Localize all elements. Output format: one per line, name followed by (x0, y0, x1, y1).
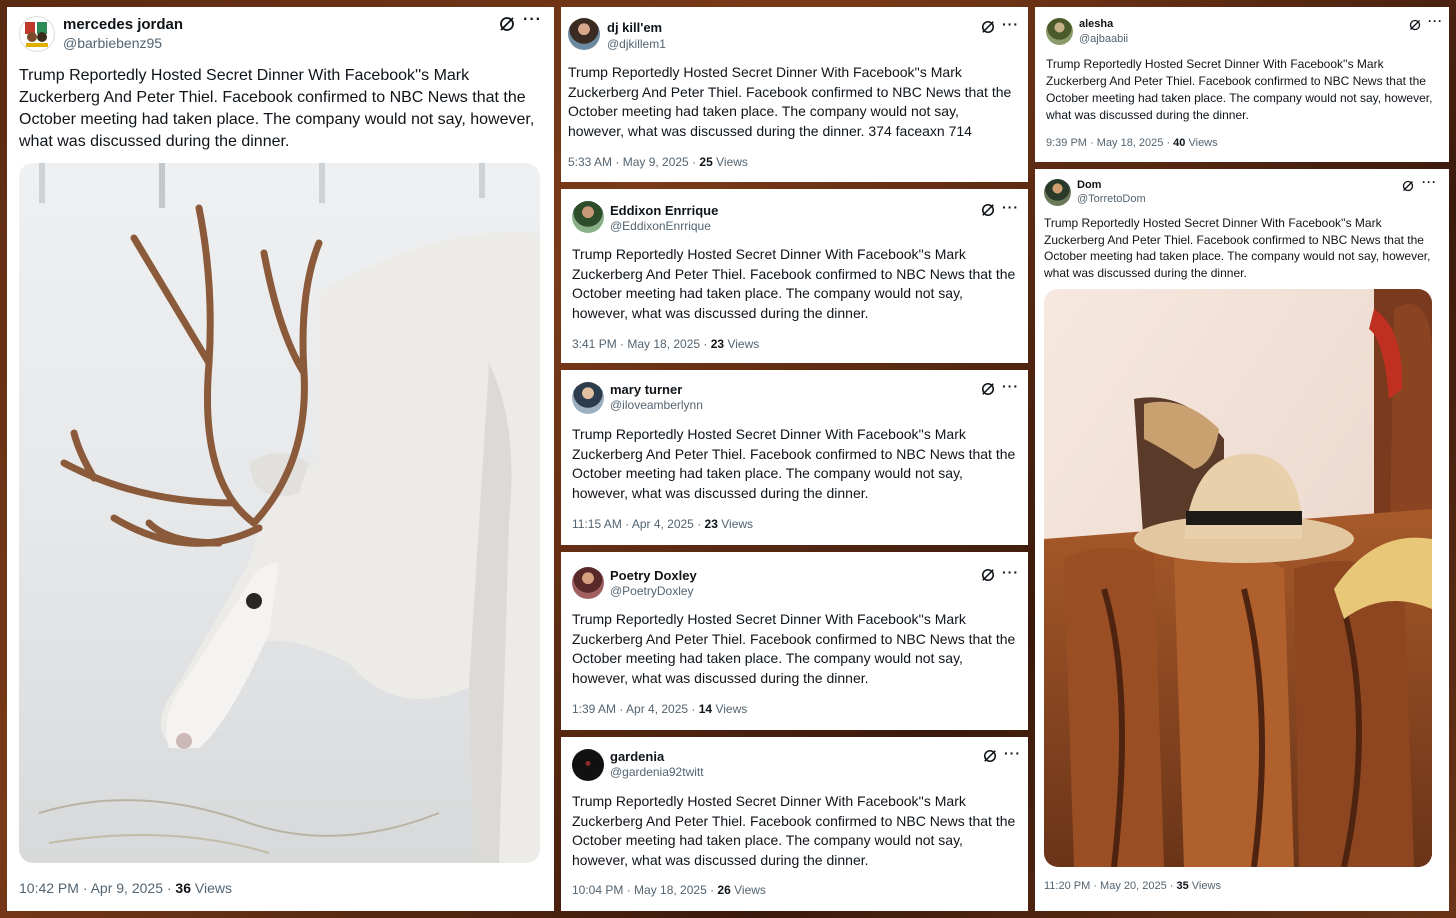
grok-icon[interactable] (981, 20, 995, 39)
tweet-card[interactable]: Dom @TorretoDom ··· Trump Reportedly Hos… (1035, 169, 1449, 911)
more-options-icon[interactable]: ··· (1004, 745, 1021, 761)
tweet-card[interactable]: mary turner @iloveamberlynn ··· Trump Re… (561, 370, 1028, 545)
timestamp[interactable]: 10:04 PM · May 18, 2025 · (572, 883, 717, 897)
tweet-meta: 1:39 AM · Apr 4, 2025 · 14 Views (572, 702, 747, 716)
grok-icon[interactable] (1402, 179, 1414, 197)
more-options-icon[interactable]: ··· (1002, 199, 1019, 215)
views-count: 36 (175, 880, 191, 896)
grok-icon[interactable] (983, 749, 997, 768)
more-options-icon[interactable]: ··· (1002, 378, 1019, 394)
views-count: 26 (717, 883, 731, 897)
more-options-icon[interactable]: ··· (1002, 16, 1019, 32)
tweet-text: Trump Reportedly Hosted Secret Dinner Wi… (572, 246, 1016, 321)
avatar[interactable] (572, 749, 604, 781)
tweet-card[interactable]: Poetry Doxley @PoetryDoxley ··· Trump Re… (561, 552, 1028, 730)
timestamp[interactable]: 9:39 PM · May 18, 2025 · (1046, 137, 1173, 149)
more-options-icon[interactable]: ··· (1002, 564, 1019, 580)
tweet-meta: 5:33 AM · May 9, 2025 · 25 Views (568, 155, 748, 169)
display-name[interactable]: Eddixon Enrrique (610, 203, 718, 218)
views-count: 23 (710, 337, 725, 351)
grok-icon[interactable] (981, 382, 995, 401)
timestamp[interactable]: 10:42 PM · Apr 9, 2025 · (19, 880, 175, 896)
grok-icon[interactable] (499, 16, 515, 37)
user-handle[interactable]: @PoetryDoxley (610, 584, 694, 598)
tweet-card[interactable]: mercedes jordan @barbiebenz95 ··· Trump … (7, 7, 554, 911)
more-options-icon[interactable]: ··· (1428, 14, 1443, 28)
avatar[interactable] (572, 201, 604, 233)
display-name[interactable]: Dom (1077, 179, 1101, 191)
tweet-meta: 11:15 AM · Apr 4, 2025 · 23 Views (572, 517, 753, 531)
tweet-text: Trump Reportedly Hosted Secret Dinner Wi… (19, 67, 535, 150)
display-name[interactable]: dj kill'em (607, 20, 662, 35)
avatar[interactable] (1046, 18, 1073, 45)
display-name[interactable]: Poetry Doxley (610, 568, 697, 583)
views-count: 14 (698, 702, 713, 716)
avatar[interactable] (1044, 179, 1071, 206)
tweet-card[interactable]: Eddixon Enrrique @EddixonEnrrique ··· Tr… (561, 189, 1028, 363)
timestamp[interactable]: 1:39 AM · Apr 4, 2025 · (572, 702, 699, 716)
tweet-meta: 9:39 PM · May 18, 2025 · 40 Views (1046, 137, 1218, 149)
grok-icon[interactable] (1409, 18, 1421, 36)
tweet-card[interactable]: gardenia @gardenia92twitt ··· Trump Repo… (561, 737, 1028, 911)
tweet-text: Trump Reportedly Hosted Secret Dinner Wi… (572, 426, 1016, 501)
views-label: Views (734, 883, 766, 897)
user-handle[interactable]: @barbiebenz95 (63, 35, 162, 51)
tweet-meta: 10:42 PM · Apr 9, 2025 · 36 Views (19, 880, 232, 896)
user-handle[interactable]: @ajbaabii (1079, 33, 1128, 45)
views-label: Views (715, 702, 748, 716)
grok-icon[interactable] (981, 203, 995, 222)
tweet-text: Trump Reportedly Hosted Secret Dinner Wi… (1046, 57, 1433, 122)
views-count: 23 (704, 517, 718, 531)
views-label: Views (1188, 137, 1218, 149)
tweet-text: Trump Reportedly Hosted Secret Dinner Wi… (1044, 216, 1431, 280)
avatar[interactable] (572, 567, 604, 599)
views-label: Views (1191, 880, 1221, 892)
user-handle[interactable]: @djkillem1 (607, 37, 666, 51)
tweet-card[interactable]: dj kill'em @djkillem1 ··· Trump Reported… (561, 7, 1028, 182)
more-options-icon[interactable]: ··· (1422, 175, 1437, 189)
tweet-meta: 10:04 PM · May 18, 2025 · 26 Views (572, 883, 766, 897)
views-count: 35 (1176, 880, 1189, 892)
user-handle[interactable]: @EddixonEnrrique (610, 219, 711, 233)
avatar[interactable] (19, 16, 55, 52)
tweet-text: Trump Reportedly Hosted Secret Dinner Wi… (572, 793, 1016, 868)
timestamp[interactable]: 3:41 PM · May 18, 2025 · (572, 337, 711, 351)
user-handle[interactable]: @iloveamberlynn (610, 398, 703, 412)
display-name[interactable]: alesha (1079, 18, 1113, 30)
tweet-text: Trump Reportedly Hosted Secret Dinner Wi… (568, 64, 1012, 139)
tweet-card[interactable]: alesha @ajbaabii ··· Trump Reportedly Ho… (1035, 7, 1449, 162)
tweet-text: Trump Reportedly Hosted Secret Dinner Wi… (572, 611, 1016, 686)
views-label: Views (721, 517, 754, 531)
tweet-meta: 11:20 PM · May 20, 2025 · 35 Views (1044, 880, 1221, 892)
views-label: Views (727, 337, 760, 351)
timestamp[interactable]: 5:33 AM · May 9, 2025 · (568, 155, 699, 169)
grok-icon[interactable] (981, 568, 995, 587)
views-count: 25 (699, 155, 713, 169)
timestamp[interactable]: 11:20 PM · May 20, 2025 · (1044, 880, 1176, 892)
user-handle[interactable]: @TorretoDom (1077, 193, 1146, 205)
more-options-icon[interactable]: ··· (523, 11, 542, 29)
tweet-image-saddles[interactable] (1044, 289, 1432, 867)
tweet-meta: 3:41 PM · May 18, 2025 · 23 Views (572, 337, 759, 351)
avatar[interactable] (568, 18, 600, 50)
user-handle[interactable]: @gardenia92twitt (610, 765, 704, 779)
display-name[interactable]: mary turner (610, 382, 682, 397)
views-label: Views (194, 880, 232, 896)
display-name[interactable]: gardenia (610, 749, 664, 764)
views-count: 40 (1173, 137, 1186, 149)
display-name[interactable]: mercedes jordan (63, 16, 183, 33)
tweet-image-reindeer[interactable] (19, 163, 540, 863)
views-label: Views (716, 155, 748, 169)
avatar[interactable] (572, 382, 604, 414)
timestamp[interactable]: 11:15 AM · Apr 4, 2025 · (572, 517, 705, 531)
